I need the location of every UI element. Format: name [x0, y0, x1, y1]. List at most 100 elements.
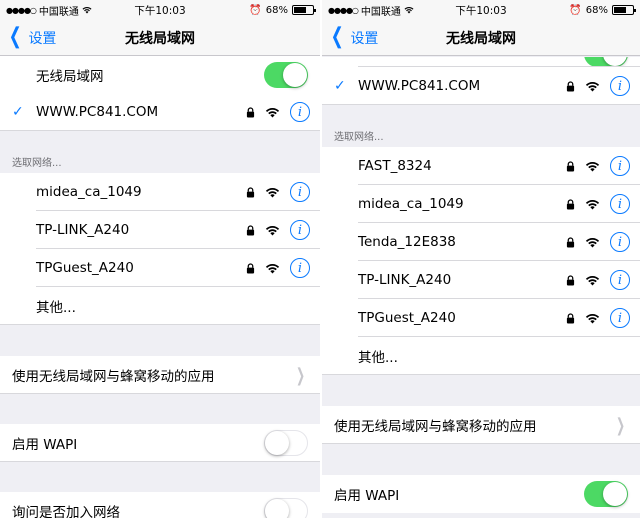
battery-icon: [612, 5, 636, 15]
carrier-name: 中国联通: [38, 6, 79, 18]
signal-icon: ●●●●○: [6, 5, 37, 15]
chevron-right-icon: ❯: [615, 414, 625, 436]
info-icon[interactable]: i: [290, 102, 310, 122]
network-name: midea_ca_1049: [36, 184, 142, 200]
info-icon[interactable]: i: [290, 182, 310, 202]
lock-icon: [566, 237, 575, 248]
alarm-icon: ⏰: [249, 4, 262, 16]
wapi-toggle[interactable]: [264, 430, 308, 456]
lock-icon: [566, 199, 575, 210]
info-icon[interactable]: i: [610, 76, 630, 96]
network-row[interactable]: midea_ca_1049 i: [322, 185, 640, 223]
wlan-cellular-apps-row[interactable]: 使用无线局域网与蜂窝移动的应用 ❯: [0, 356, 320, 394]
wapi-row: 启用 WAPI: [0, 424, 320, 462]
other-network-row[interactable]: 其他...: [322, 337, 640, 375]
info-icon[interactable]: i: [290, 258, 310, 278]
phone-screen-left: ●●●●○ 中国联通 下午10:03 ⏰ 68% ❮ 设置 无线局域网 无线局域…: [0, 0, 320, 518]
wapi-label: 启用 WAPI: [334, 488, 400, 504]
info-icon[interactable]: i: [610, 270, 630, 290]
wlan-label: 无线局域网: [36, 69, 104, 85]
status-bar: ●●●●○ 中国联通 下午10:03 ⏰ 68%: [0, 0, 320, 20]
other-label: 其他...: [36, 300, 76, 316]
lock-icon: [566, 275, 575, 286]
ask-to-join-row: 询问是否加入网络: [0, 492, 320, 518]
network-row[interactable]: midea_ca_1049 i: [0, 173, 320, 211]
phone-screen-right: ●●●●○ 中国联通 下午10:03 ⏰ 68% ❮ 设置 无线局域网 ✓ WW…: [322, 0, 640, 518]
status-bar: ●●●●○ 中国联通 下午10:03 ⏰ 68%: [322, 0, 640, 20]
battery-percent: 68%: [585, 4, 608, 16]
back-label: 设置: [28, 30, 57, 47]
battery-icon: [292, 5, 316, 15]
wifi-signal-icon: [265, 225, 280, 236]
navigation-bar: ❮ 设置 无线局域网: [322, 20, 640, 56]
choose-network-header: 选取网络...: [12, 158, 62, 169]
back-button[interactable]: ❮ 设置: [6, 23, 57, 49]
network-name: TPGuest_A240: [358, 310, 456, 326]
connected-network-row[interactable]: ✓ WWW.PC841.COM i: [0, 93, 320, 131]
back-button[interactable]: ❮ 设置: [328, 23, 379, 49]
wlan-toggle-row: 无线局域网: [0, 56, 320, 94]
network-row[interactable]: Tenda_12E838 i: [322, 223, 640, 261]
network-row[interactable]: TPGuest_A240 i: [0, 249, 320, 287]
info-icon[interactable]: i: [290, 220, 310, 240]
network-name: WWW.PC841.COM: [36, 104, 159, 120]
ask-to-join-toggle[interactable]: [264, 498, 308, 518]
connected-network-row[interactable]: ✓ WWW.PC841.COM i: [322, 67, 640, 105]
wapi-toggle[interactable]: [584, 481, 628, 507]
navigation-bar: ❮ 设置 无线局域网: [0, 20, 320, 56]
checkmark-icon: ✓: [334, 78, 346, 94]
chevron-left-icon: ❮: [8, 23, 22, 49]
checkmark-icon: ✓: [12, 104, 24, 120]
info-icon[interactable]: i: [610, 156, 630, 176]
lock-icon: [246, 187, 255, 198]
info-icon[interactable]: i: [610, 194, 630, 214]
wifi-signal-icon: [265, 187, 280, 198]
network-row[interactable]: FAST_8324 i: [322, 147, 640, 185]
wifi-signal-icon: [585, 237, 600, 248]
network-name: WWW.PC841.COM: [358, 78, 481, 94]
network-name: FAST_8324: [358, 158, 432, 174]
lock-icon: [246, 107, 255, 118]
wifi-signal-icon: [265, 263, 280, 274]
info-icon[interactable]: i: [610, 232, 630, 252]
wifi-signal-icon: [585, 81, 600, 92]
wlan-cellular-apps-row[interactable]: 使用无线局域网与蜂窝移动的应用 ❯: [322, 406, 640, 444]
network-name: TPGuest_A240: [36, 260, 134, 276]
wifi-signal-icon: [585, 275, 600, 286]
battery-percent: 68%: [265, 4, 288, 16]
wlan-toggle[interactable]: [264, 62, 308, 88]
network-name: midea_ca_1049: [358, 196, 464, 212]
carrier-name: 中国联通: [360, 6, 401, 18]
lock-icon: [566, 313, 575, 324]
back-label: 设置: [350, 30, 379, 47]
wifi-signal-icon: [265, 107, 280, 118]
wifi-signal-icon: [585, 199, 600, 210]
screenshot-pair: ●●●●○ 中国联通 下午10:03 ⏰ 68% ❮ 设置 无线局域网 无线局域…: [0, 0, 640, 518]
network-name: TP-LINK_A240: [36, 222, 130, 238]
wifi-status-icon: [404, 6, 414, 14]
wifi-status-icon: [82, 6, 92, 14]
apps-label: 使用无线局域网与蜂窝移动的应用: [334, 419, 537, 435]
other-network-row[interactable]: 其他...: [0, 287, 320, 325]
chevron-left-icon: ❮: [330, 23, 344, 49]
lock-icon: [566, 81, 575, 92]
network-name: TP-LINK_A240: [358, 272, 452, 288]
lock-icon: [246, 263, 255, 274]
network-row[interactable]: TP-LINK_A240 i: [0, 211, 320, 249]
apps-label: 使用无线局域网与蜂窝移动的应用: [12, 369, 215, 385]
wapi-label: 启用 WAPI: [12, 437, 78, 453]
network-row[interactable]: TPGuest_A240 i: [322, 299, 640, 337]
other-label: 其他...: [358, 350, 398, 366]
info-icon[interactable]: i: [610, 308, 630, 328]
chevron-right-icon: ❯: [295, 364, 305, 386]
choose-network-header: 选取网络...: [334, 132, 384, 143]
lock-icon: [566, 161, 575, 172]
lock-icon: [246, 225, 255, 236]
ask-label: 询问是否加入网络: [12, 505, 120, 518]
wifi-signal-icon: [585, 313, 600, 324]
wifi-signal-icon: [585, 161, 600, 172]
network-row[interactable]: TP-LINK_A240 i: [322, 261, 640, 299]
alarm-icon: ⏰: [569, 4, 582, 16]
wlan-toggle-row-partial: [322, 57, 640, 67]
signal-icon: ●●●●○: [328, 5, 359, 15]
